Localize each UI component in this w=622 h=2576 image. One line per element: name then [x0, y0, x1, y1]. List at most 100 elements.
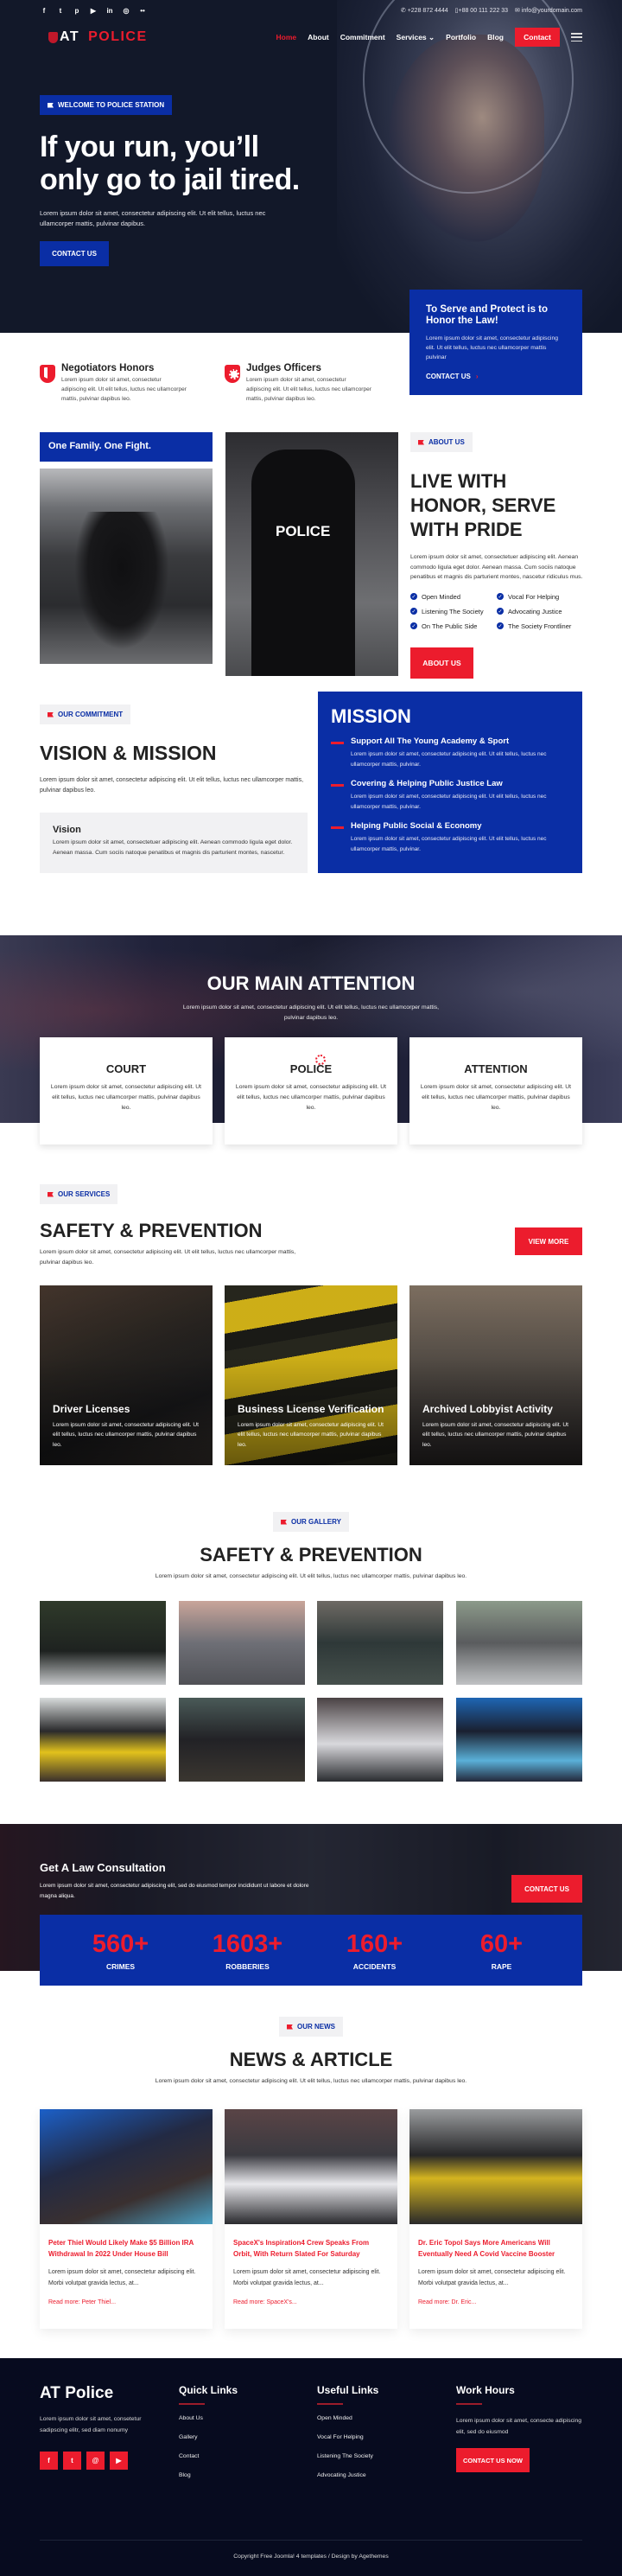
news-card-text: Lorem ipsum dolor sit amet, consectetur …	[48, 2269, 196, 2286]
mobile-number: +88 00 111 222 33	[458, 8, 509, 14]
consult-contact-button[interactable]: CONTACT US	[511, 1875, 582, 1903]
serve-protect-card: To Serve and Protect is to Honor the Law…	[409, 290, 582, 395]
news-card-title[interactable]: Dr. Eric Topol Says More Americans Will …	[418, 2237, 574, 2260]
gallery-image[interactable]	[40, 1601, 166, 1685]
news-image[interactable]	[40, 2109, 213, 2224]
gallery-image[interactable]	[179, 1601, 305, 1685]
facebook-icon[interactable]: f	[40, 6, 48, 15]
gallery-tag-label: OUR GALLERY	[291, 1518, 341, 1526]
dash-icon	[331, 742, 344, 744]
nav-item-commitment[interactable]: Commitment	[340, 33, 385, 41]
stat-number: 60+	[479, 1930, 524, 1958]
news-card-title[interactable]: Peter Thiel Would Likely Make $5 Billion…	[48, 2237, 204, 2260]
footer-link[interactable]: Listening The Society	[317, 2453, 447, 2459]
footer-brand-column: AT Police Lorem ipsum dolor sit amet, co…	[40, 2384, 169, 2470]
contact-us-now-button[interactable]: CONTACT US NOW	[456, 2448, 530, 2472]
gallery-image[interactable]	[317, 1698, 443, 1782]
nav-item-home[interactable]: Home	[276, 33, 297, 41]
serve-contact-link[interactable]: CONTACT US ›	[426, 373, 566, 380]
hero-officer-image	[337, 0, 622, 333]
about-content: ABOUT US LIVE WITH HONOR, SERVE WITH PRI…	[410, 432, 583, 679]
check-label: The Society Frontliner	[508, 622, 572, 630]
stat-number: 1603+	[212, 1930, 283, 1958]
hero-content: WELCOME TO POLICE STATION If you run, yo…	[40, 95, 325, 266]
work-hours-title: Work Hours	[456, 2384, 515, 2396]
footer-link[interactable]: Contact	[179, 2453, 308, 2459]
flickr-icon[interactable]: ••	[138, 6, 147, 15]
shield-icon	[40, 365, 55, 383]
pinterest-icon[interactable]: p	[73, 6, 81, 15]
footer-link[interactable]: Vocal For Helping	[317, 2434, 447, 2440]
facebook-icon[interactable]: f	[40, 2452, 58, 2470]
check-item: ✓ The Society Frontliner	[497, 622, 583, 630]
about-us-button[interactable]: ABOUT US	[410, 647, 473, 679]
gallery-title: SAFETY & PREVENTION	[200, 1544, 422, 1565]
consultation-stats-section: Get A Law Consultation Lorem ipsum dolor…	[0, 1811, 622, 2014]
attention-card-text: Lorem ipsum dolor sit amet, consectetur …	[50, 1084, 202, 1111]
nav-item-portfolio[interactable]: Portfolio	[446, 33, 476, 41]
badge-icon	[48, 31, 58, 43]
site-logo[interactable]: AT POLICE	[48, 29, 148, 45]
news-image[interactable]	[225, 2109, 397, 2224]
linkedin-icon[interactable]: in	[105, 6, 114, 15]
email-contact[interactable]: ✉ info@yourdomain.com	[515, 7, 582, 14]
youtube-icon[interactable]: ▶	[89, 6, 98, 15]
footer-link[interactable]: About Us	[179, 2415, 308, 2421]
logo-prefix: AT	[60, 29, 80, 44]
mission-item: Covering & Helping Public Justice Law Lor…	[331, 779, 569, 813]
twitter-icon[interactable]: t	[56, 6, 65, 15]
footer-link[interactable]: Blog	[179, 2472, 308, 2478]
gallery-image[interactable]	[317, 1601, 443, 1685]
vision-box: Vision Lorem ipsum dolor sit amet, conse…	[40, 813, 308, 873]
instagram-icon[interactable]: @	[86, 2452, 105, 2470]
news-image[interactable]	[409, 2109, 582, 2224]
dash-icon	[331, 784, 344, 787]
nav-item-blog[interactable]: Blog	[487, 33, 504, 41]
check-item: ✓ Listening The Society	[410, 608, 497, 615]
mobile-contact[interactable]: ▯+88 00 111 222 33	[455, 7, 508, 14]
stat-item: 1603+ ROBBERIES	[200, 1915, 295, 1986]
nav-item-about[interactable]: About	[308, 33, 329, 41]
read-more-link[interactable]: Read more: SpaceX's...	[233, 2299, 389, 2305]
hamburger-menu-icon[interactable]	[571, 33, 582, 41]
phone-contact[interactable]: ✆ +228 872 4444	[401, 7, 448, 14]
about-text: Lorem ipsum dolor sit amet, consectetuer…	[410, 554, 583, 580]
read-more-link[interactable]: Read more: Peter Thiel...	[48, 2299, 204, 2305]
title-underline	[456, 2403, 482, 2405]
footer-divider	[40, 2540, 582, 2541]
footer-quick-links: Quick Links About Us Gallery Contact Blog	[179, 2384, 308, 2491]
news-card-title[interactable]: SpaceX's Inspiration4 Crew Speaks From O…	[233, 2237, 389, 2260]
footer-link[interactable]: Open Minded	[317, 2415, 447, 2421]
read-more-link[interactable]: Read more: Dr. Eric...	[418, 2299, 574, 2305]
gallery-image[interactable]	[456, 1601, 582, 1685]
news-section: OUR NEWS NEWS & ARTICLE Lorem ipsum dolo…	[0, 2014, 622, 2358]
nav-contact-button[interactable]: Contact	[515, 28, 560, 47]
feature-text: Lorem ipsum dolor sit amet, consectetur …	[61, 377, 187, 402]
quick-links-title: Quick Links	[179, 2384, 238, 2396]
youtube-icon[interactable]: ▶	[110, 2452, 128, 2470]
mission-item: Helping Public Social & Economy Lorem ips…	[331, 821, 569, 855]
view-more-button[interactable]: VIEW MORE	[515, 1227, 582, 1255]
footer-logo[interactable]: AT Police	[40, 2384, 169, 2403]
attention-card-title: ATTENTION	[464, 1062, 528, 1075]
hero-section: f t p ▶ in ◎ •• ✆ +228 872 4444 ▯+88 00 …	[0, 0, 622, 333]
gallery-image[interactable]	[179, 1698, 305, 1782]
commitment-tag-label: OUR COMMITMENT	[58, 711, 124, 718]
phone-number: +228 872 4444	[407, 8, 448, 14]
check-item: ✓ Advocating Justice	[497, 608, 583, 615]
service-card[interactable]: Business License Verification Lorem ipsum…	[225, 1285, 397, 1465]
footer-link[interactable]: Gallery	[179, 2434, 308, 2440]
nav-item-services[interactable]: Services ⌄	[397, 33, 435, 42]
news-text: Lorem ipsum dolor sit amet, consectetur …	[155, 2078, 467, 2084]
hero-text: Lorem ipsum dolor sit amet, consectetur …	[40, 209, 266, 227]
twitter-icon[interactable]: t	[63, 2452, 81, 2470]
footer-link[interactable]: Advocating Justice	[317, 2472, 447, 2478]
footer-socials: f t @ ▶	[40, 2452, 169, 2470]
service-card[interactable]: Archived Lobbyist Activity Lorem ipsum do…	[409, 1285, 582, 1465]
gallery-image[interactable]	[456, 1698, 582, 1782]
instagram-icon[interactable]: ◎	[122, 6, 130, 15]
service-card[interactable]: Driver Licenses Lorem ipsum dolor sit ame…	[40, 1285, 213, 1465]
gallery-image[interactable]	[40, 1698, 166, 1782]
hero-contact-button[interactable]: CONTACT US	[40, 241, 109, 266]
about-section: One Family. One Fight. ABOUT US LIVE WIT…	[0, 424, 622, 683]
